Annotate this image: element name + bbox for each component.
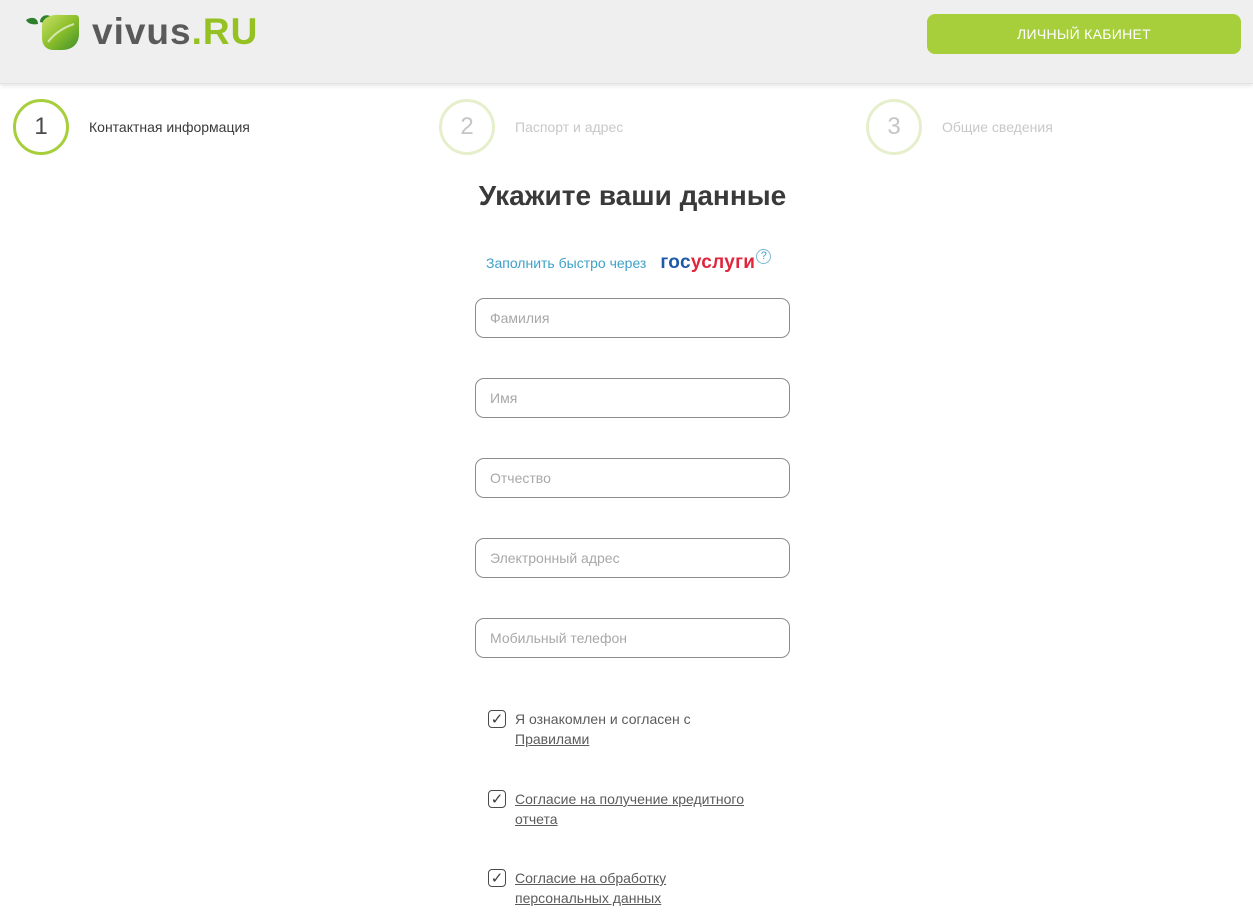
rules-agreement-checkbox[interactable]: ✓ [488, 710, 506, 728]
logo-brand-text: vivus [92, 11, 192, 52]
gosuslugi-logo[interactable]: госуслуги [660, 253, 755, 273]
step-passport-address: 2 Паспорт и адрес [439, 99, 623, 155]
vivus-logo[interactable]: vivus.RU [24, 12, 258, 52]
patronymic-input[interactable] [475, 458, 790, 498]
help-question-icon[interactable]: ? [756, 248, 772, 264]
gosuslugi-quick-fill: Заполнить быстро через госуслуги ? [486, 248, 772, 278]
rules-agreement-row: ✓ Я ознакомлен и согласен с Правилами [488, 709, 788, 749]
credit-report-consent-text: Согласие на получение кредитного отчета [515, 789, 778, 829]
personal-cabinet-button[interactable]: ЛИЧНЫЙ КАБИНЕТ [927, 14, 1241, 54]
credit-report-consent-link[interactable]: Согласие на получение кредитного отчета [515, 791, 744, 827]
logo-wordmark: vivus.RU [92, 12, 258, 52]
personal-data-consent-link[interactable]: Согласие на обработку персональных данны… [515, 870, 666, 906]
credit-report-consent-row: ✓ Согласие на получение кредитного отчет… [488, 789, 778, 829]
step-general-info: 3 Общие сведения [866, 99, 1053, 155]
step-contact-info: 1 Контактная информация [13, 99, 250, 155]
credit-report-consent-checkbox[interactable]: ✓ [488, 790, 506, 808]
step-label: Общие сведения [942, 119, 1053, 135]
rules-agreement-label: Я ознакомлен и согласен с [515, 711, 691, 727]
page-title: Укажите ваши данные [478, 180, 787, 211]
gosuslugi-logo-part2: услуги [690, 252, 756, 273]
step-label: Контактная информация [89, 119, 250, 135]
site-header: vivus.RU ЛИЧНЫЙ КАБИНЕТ [0, 0, 1253, 84]
logo-tld-text: .RU [191, 11, 259, 52]
mobile-phone-input[interactable] [475, 618, 790, 658]
last-name-input[interactable] [475, 298, 790, 338]
gosuslugi-logo-part1: гос [660, 252, 691, 273]
step-number-circle: 3 [866, 99, 922, 155]
email-input[interactable] [475, 538, 790, 578]
rules-link[interactable]: Правилами [515, 731, 589, 747]
personal-data-consent-checkbox[interactable]: ✓ [488, 869, 506, 887]
personal-data-consent-row: ✓ Согласие на обработку персональных дан… [488, 868, 708, 908]
step-number-circle: 1 [13, 99, 69, 155]
step-number-circle: 2 [439, 99, 495, 155]
rules-agreement-text: Я ознакомлен и согласен с Правилами [515, 709, 691, 749]
step-label: Паспорт и адрес [515, 119, 624, 135]
gosuslugi-fill-link[interactable]: Заполнить быстро через [486, 255, 646, 271]
first-name-input[interactable] [475, 378, 790, 418]
leaf-logo-icon [24, 12, 80, 52]
personal-data-consent-text: Согласие на обработку персональных данны… [515, 868, 708, 908]
